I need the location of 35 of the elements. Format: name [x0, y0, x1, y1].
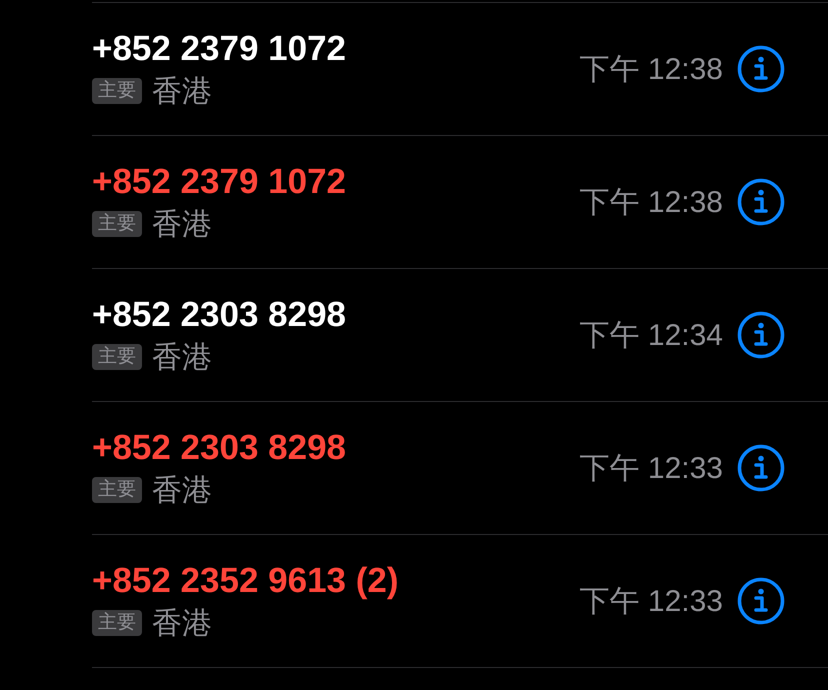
region-text: 香港	[152, 472, 212, 508]
call-time: 下午 12:38	[580, 184, 723, 220]
region-text: 香港	[152, 340, 212, 376]
label-tag: 主要	[92, 344, 142, 370]
info-button[interactable]	[737, 45, 785, 93]
info-button[interactable]	[737, 577, 785, 625]
call-row[interactable]: +852 2379 1072 主要 香港 下午 12:38	[92, 135, 828, 268]
info-button[interactable]	[737, 311, 785, 359]
info-icon	[737, 577, 785, 625]
info-icon	[737, 311, 785, 359]
phone-number: +852 2352 9613 (2)	[92, 561, 400, 601]
phone-number: +852 2303 8298	[92, 295, 348, 335]
region-text: 香港	[152, 206, 212, 242]
info-icon	[737, 444, 785, 492]
info-icon	[737, 178, 785, 226]
call-row[interactable]: +852 2379 1072 主要 香港 下午 12:38	[92, 2, 828, 135]
call-time: 下午 12:38	[580, 52, 723, 88]
call-row[interactable]: +852 2352 9613 (2) 主要 香港 下午 12:33	[92, 534, 828, 667]
region-text: 香港	[152, 606, 212, 642]
info-icon	[737, 45, 785, 93]
call-time: 下午 12:34	[580, 318, 723, 354]
info-button[interactable]	[737, 444, 785, 492]
label-tag: 主要	[92, 610, 142, 636]
region-text: 香港	[152, 74, 212, 110]
info-button[interactable]	[737, 178, 785, 226]
call-time: 下午 12:33	[580, 450, 723, 486]
label-tag: 主要	[92, 211, 142, 237]
label-tag: 主要	[92, 78, 142, 104]
call-time: 下午 12:33	[580, 584, 723, 620]
label-tag: 主要	[92, 477, 142, 503]
call-row[interactable]: +852 2303 8298 主要 香港 下午 12:33	[92, 401, 828, 534]
phone-number: +852 2303 8298	[92, 428, 348, 468]
phone-number: +852 2379 1072	[92, 162, 348, 202]
call-row[interactable]: +852 2303 8298 主要 香港 下午 12:34	[92, 268, 828, 401]
phone-number: +852 2379 1072	[92, 29, 348, 69]
